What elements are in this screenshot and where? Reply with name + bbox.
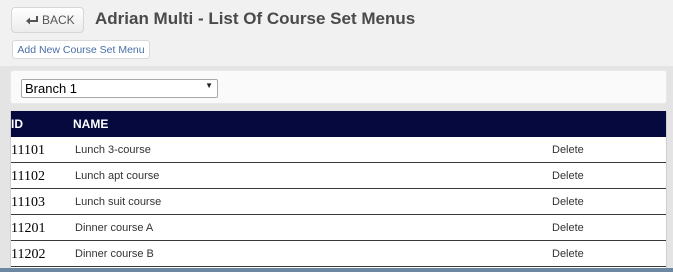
table-row: 11102 Lunch apt course Delete <box>11 163 666 189</box>
branch-select[interactable]: Branch 1 ▼ <box>21 79 218 98</box>
row-id: 11102 <box>11 169 45 184</box>
filter-panel: Branch 1 ▼ <box>10 70 667 104</box>
window-bottom-edge <box>0 268 673 272</box>
branch-select-value: Branch 1 <box>25 81 78 96</box>
course-set-menu-table: ID NAME 11101 Lunch 3-course Delete 1110… <box>10 111 667 272</box>
row-id: 11201 <box>11 221 46 236</box>
dropdown-arrow-icon: ▼ <box>205 81 213 90</box>
row-name: Lunch 3-course <box>75 144 151 156</box>
column-header-name: NAME <box>73 117 109 131</box>
delete-link[interactable]: Delete <box>552 196 584 208</box>
delete-link[interactable]: Delete <box>552 144 584 156</box>
back-button[interactable]: BACK <box>11 7 84 33</box>
row-id: 11202 <box>11 247 46 262</box>
delete-link[interactable]: Delete <box>552 222 584 234</box>
table-row: 11103 Lunch suit course Delete <box>11 189 666 215</box>
column-header-id: ID <box>11 117 23 131</box>
delete-link[interactable]: Delete <box>552 248 584 260</box>
table-row: 11202 Dinner course B Delete <box>11 241 666 267</box>
back-arrow-icon <box>25 14 39 26</box>
row-name: Dinner course B <box>75 248 154 260</box>
delete-link[interactable]: Delete <box>552 170 584 182</box>
header-bar: BACK Adrian Multi - List Of Course Set M… <box>0 0 673 66</box>
table-row: 11201 Dinner course A Delete <box>11 215 666 241</box>
back-label: BACK <box>42 13 75 27</box>
add-course-set-menu-button[interactable]: Add New Course Set Menu <box>12 40 150 59</box>
row-name: Dinner course A <box>75 222 154 234</box>
table-row: 11101 Lunch 3-course Delete <box>11 137 666 163</box>
row-name: Lunch apt course <box>75 170 160 182</box>
row-name: Lunch suit course <box>75 196 162 208</box>
row-id: 11101 <box>11 143 45 158</box>
page-title: Adrian Multi - List Of Course Set Menus <box>95 9 416 28</box>
table-header: ID NAME <box>11 111 666 137</box>
row-id: 11103 <box>11 195 45 210</box>
